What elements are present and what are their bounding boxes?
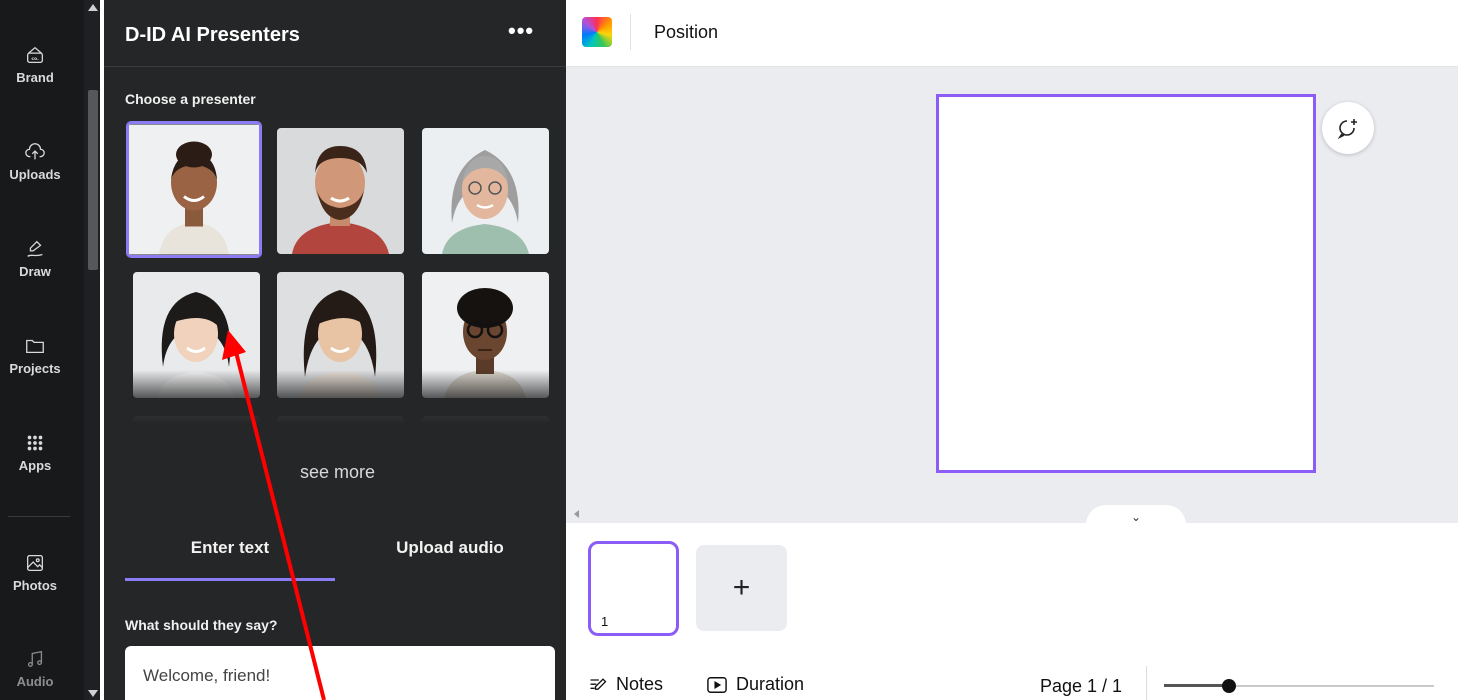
cloud-upload-icon	[25, 143, 45, 160]
scroll-up-icon[interactable]	[88, 4, 98, 11]
tab-enter-text[interactable]: Enter text	[125, 538, 335, 581]
rail-label-draw: Draw	[19, 264, 51, 279]
choose-presenter-label: Choose a presenter	[125, 91, 256, 107]
duration-label: Duration	[736, 674, 805, 694]
bottombar-divider	[1146, 666, 1147, 700]
presenter-2-card[interactable]	[277, 128, 404, 254]
rail-label-brand: Brand	[16, 70, 54, 85]
page-number: 1	[601, 614, 609, 629]
zoom-slider-fill	[1164, 684, 1229, 687]
folder-icon	[26, 339, 44, 354]
add-page-button[interactable]: +	[696, 545, 787, 631]
rail-scroll-thumb[interactable]	[88, 90, 98, 270]
presenter-3-card[interactable]	[422, 128, 549, 254]
music-note-icon	[27, 650, 43, 667]
canvas-area: ⌄	[566, 67, 1458, 527]
toolbar-divider	[630, 14, 631, 50]
rail-label-audio: Audio	[16, 674, 54, 689]
rail-label-apps: Apps	[18, 458, 52, 473]
rail-item-photos[interactable]: Photos	[0, 552, 70, 593]
page-indicator[interactable]: Page 1 / 1	[1040, 676, 1122, 697]
bottom-bar: Notes Duration Page 1 / 1	[566, 660, 1458, 700]
add-comment-button[interactable]	[1322, 102, 1374, 154]
svg-text:co.: co.	[31, 57, 39, 62]
notes-button[interactable]: Notes	[588, 674, 663, 695]
rail-item-uploads[interactable]: Uploads	[0, 141, 70, 182]
brand-kit-icon: co.	[27, 46, 43, 63]
top-toolbar: Position	[566, 0, 1458, 67]
rail-item-brand[interactable]: co. Brand	[0, 44, 70, 85]
see-more-link[interactable]: see more	[300, 462, 375, 483]
input-mode-tabs: Enter text Upload audio	[125, 538, 555, 582]
presenter-3-avatar-icon	[422, 128, 549, 254]
scroll-down-icon[interactable]	[88, 690, 98, 697]
more-options-button[interactable]: •••	[508, 18, 534, 44]
presenter-grid	[125, 120, 555, 460]
zoom-slider-handle[interactable]	[1221, 679, 1236, 693]
presenter-1-avatar-icon	[129, 124, 259, 255]
rail-label-photos: Photos	[12, 578, 58, 593]
pages-strip: 1 +	[566, 523, 1458, 653]
position-button[interactable]: Position	[654, 22, 718, 43]
notes-icon	[590, 677, 607, 690]
play-box-icon	[707, 676, 727, 693]
presenter-2-avatar-icon	[277, 128, 404, 254]
rail-divider	[8, 516, 70, 517]
notes-label: Notes	[616, 674, 664, 694]
say-label: What should they say?	[125, 617, 278, 633]
pen-scribble-icon	[27, 240, 43, 257]
panel-title: D-ID AI Presenters	[125, 24, 300, 46]
rail-label-projects: Projects	[9, 361, 61, 376]
rail-label-uploads: Uploads	[9, 167, 61, 182]
rail-item-audio[interactable]: Audio	[0, 648, 70, 689]
duration-button[interactable]: Duration	[706, 674, 804, 695]
rail-item-projects[interactable]: Projects	[0, 335, 70, 376]
grid-fade-overlay	[125, 370, 555, 460]
comment-add-icon	[1337, 119, 1357, 140]
presenter-1-card[interactable]	[127, 122, 261, 257]
tab-upload-audio[interactable]: Upload audio	[345, 538, 555, 558]
color-picker-icon[interactable]	[582, 17, 612, 47]
image-icon	[27, 555, 43, 571]
rail-item-draw[interactable]: Draw	[0, 238, 70, 279]
d-id-panel: D-ID AI Presenters ••• Choose a presente…	[104, 0, 566, 700]
panel-header: D-ID AI Presenters •••	[104, 0, 566, 67]
apps-grid-icon	[27, 435, 43, 451]
rail-item-apps[interactable]: Apps	[0, 432, 70, 473]
scroll-left-icon[interactable]	[574, 510, 579, 518]
left-rail: co. Brand Uploads Draw Projects Apps Pho…	[0, 0, 100, 700]
page-thumbnail[interactable]: 1	[588, 541, 679, 636]
design-page[interactable]	[936, 94, 1316, 473]
say-text-input[interactable]	[125, 646, 555, 700]
